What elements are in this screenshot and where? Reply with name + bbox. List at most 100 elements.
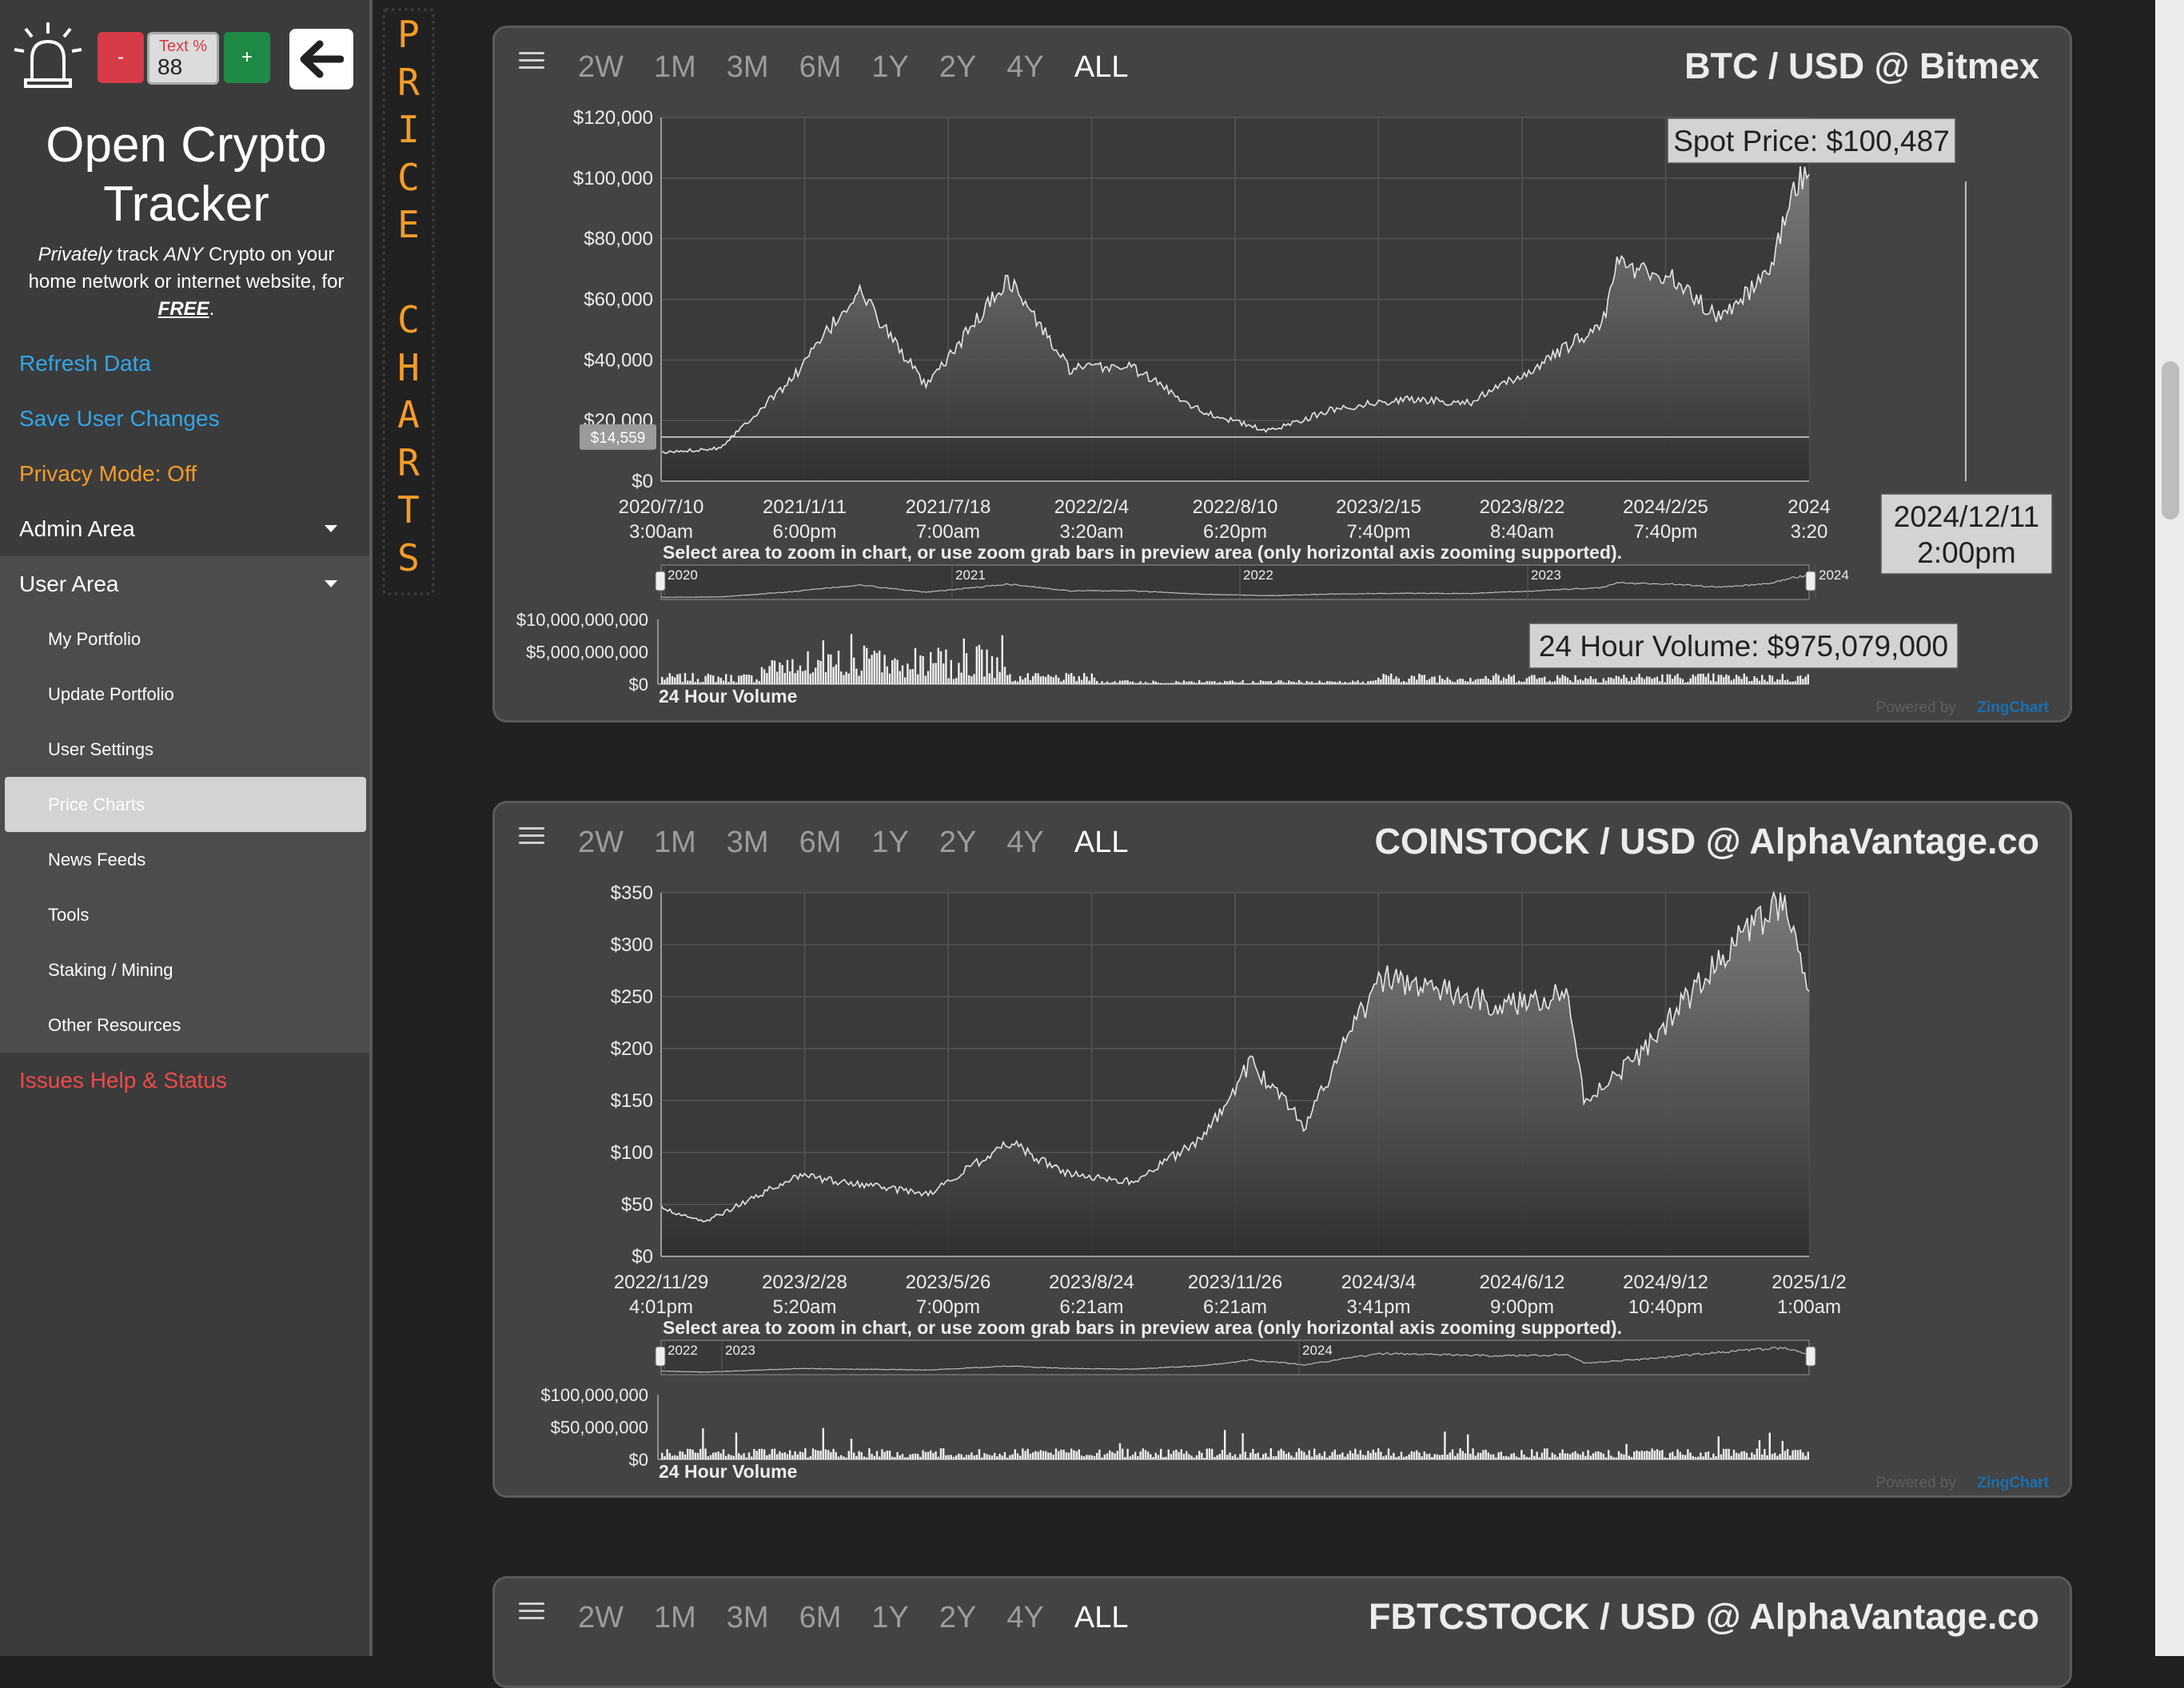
volume-bar [962, 1457, 965, 1459]
volume-bar [1154, 681, 1157, 684]
page-scrollbar[interactable] [2155, 0, 2184, 1656]
volume-bar [832, 1448, 835, 1459]
volume-bar [1042, 675, 1045, 684]
volume-bar [1651, 1448, 1653, 1459]
alarm-bell-icon[interactable] [11, 18, 85, 91]
range-button-3m[interactable]: 3M [727, 826, 769, 860]
sidebar-item-staking-mining[interactable]: Staking / Mining [0, 942, 369, 997]
volume-bar [858, 675, 860, 684]
chart-menu-icon[interactable] [519, 1602, 544, 1624]
zoom-grab-handle-left[interactable] [655, 571, 666, 591]
range-button-2w[interactable]: 2W [578, 1601, 624, 1635]
volume-bar [681, 682, 683, 684]
range-button-1y[interactable]: 1Y [871, 50, 908, 85]
scrollbar-thumb[interactable] [2162, 361, 2179, 520]
range-button-1m[interactable]: 1M [654, 50, 696, 85]
sidebar-item-update-portfolio[interactable]: Update Portfolio [0, 667, 369, 722]
increase-text-button[interactable]: + [224, 32, 270, 83]
volume-bar [1193, 682, 1195, 684]
sidebar-item-my-portfolio[interactable]: My Portfolio [0, 611, 369, 667]
range-button-2y[interactable]: 2Y [939, 1601, 976, 1635]
collapse-sidebar-button[interactable] [289, 29, 353, 90]
volume-bar [1638, 674, 1640, 684]
preview-year-label: 2023 [1531, 567, 1561, 583]
volume-bar [1047, 1452, 1050, 1459]
volume-bar [911, 1454, 914, 1459]
range-button-2y[interactable]: 2Y [939, 50, 976, 85]
zoom-grab-handle-right[interactable] [1805, 571, 1816, 591]
range-button-3m[interactable]: 3M [727, 50, 769, 85]
volume-bar [1418, 673, 1421, 684]
volume-bar [1751, 680, 1753, 684]
volume-bar [909, 1454, 911, 1459]
x-tick-label: 2023/11/26 [1188, 1272, 1282, 1293]
range-button-6m[interactable]: 6M [799, 50, 842, 85]
zoom-grab-handle-left[interactable] [655, 1346, 666, 1367]
sidebar-item-tools[interactable]: Tools [0, 887, 369, 942]
volume-bar [924, 675, 927, 684]
range-button-2y[interactable]: 2Y [939, 826, 976, 860]
volume-bar [1766, 681, 1768, 684]
privacy-mode-toggle[interactable]: Privacy Mode: Off [0, 446, 369, 501]
volume-bar [827, 1450, 830, 1459]
volume-bar [1241, 680, 1244, 684]
volume-bar [1293, 1457, 1295, 1459]
volume-bar [1397, 1456, 1400, 1459]
coinstock-chart-svg[interactable]: $350 $300 $250 $200 $150 $100 $50 $0 2022/11/29 4… [495, 803, 2074, 1500]
sidebar-item-news-feeds[interactable]: News Feeds [0, 832, 369, 887]
decrease-text-button[interactable]: - [98, 32, 144, 83]
range-button-1m[interactable]: 1M [654, 1601, 696, 1635]
volume-bar [1367, 1451, 1369, 1459]
volume-bar [1195, 683, 1198, 684]
volume-bar [1794, 1449, 1796, 1459]
section-label-char: H [397, 345, 420, 389]
volume-bar [1633, 1451, 1636, 1459]
volume-bar [1576, 679, 1579, 684]
user-area-toggle[interactable]: User Area [0, 556, 369, 611]
refresh-data-link[interactable]: Refresh Data [0, 336, 369, 391]
volume-bar [664, 679, 666, 684]
range-button-4y[interactable]: 4Y [1006, 1601, 1043, 1635]
chart-menu-icon[interactable] [519, 827, 544, 849]
volume-bar [1799, 675, 1802, 684]
volume-bar [1702, 673, 1704, 684]
volume-bar [1630, 1456, 1633, 1459]
volume-bar [945, 649, 947, 684]
admin-area-toggle[interactable]: Admin Area [0, 501, 369, 556]
range-button-all[interactable]: ALL [1074, 1601, 1129, 1635]
range-button-1y[interactable]: 1Y [871, 826, 908, 860]
volume-bar [1170, 683, 1173, 684]
range-button-2w[interactable]: 2W [578, 50, 624, 85]
range-button-6m[interactable]: 6M [799, 826, 842, 860]
volume-bar [883, 655, 886, 684]
zoom-grab-handle-right[interactable] [1805, 1346, 1816, 1367]
range-button-1m[interactable]: 1M [654, 826, 696, 860]
range-button-6m[interactable]: 6M [799, 1601, 842, 1635]
volume-tick-label: $0 [629, 1450, 648, 1470]
sidebar-item-user-settings[interactable]: User Settings [0, 722, 369, 777]
text-percent-field[interactable]: Text % 88 [147, 32, 219, 85]
save-user-changes-link[interactable]: Save User Changes [0, 391, 369, 446]
range-button-4y[interactable]: 4Y [1006, 826, 1043, 860]
volume-bar [1221, 1450, 1224, 1459]
range-button-1y[interactable]: 1Y [871, 1601, 908, 1635]
volume-bar [717, 1451, 719, 1459]
section-label-char: P [397, 13, 420, 56]
volume-bar [1198, 1451, 1201, 1459]
issues-help-status-link[interactable]: Issues Help & Status [0, 1053, 369, 1108]
sidebar-item-other-resources[interactable]: Other Resources [0, 997, 369, 1053]
btc-chart-svg[interactable]: $120,000$100,000$80,000$60,000$40,000$20… [495, 28, 2074, 725]
range-button-2w[interactable]: 2W [578, 826, 624, 860]
volume-bar [1058, 677, 1060, 684]
range-button-4y[interactable]: 4Y [1006, 50, 1043, 85]
volume-bar [990, 1455, 994, 1459]
chart-menu-icon[interactable] [519, 52, 544, 74]
range-button-all[interactable]: ALL [1074, 50, 1129, 85]
volume-bar [1090, 673, 1093, 684]
range-button-3m[interactable]: 3M [727, 1601, 769, 1635]
volume-bar [1569, 680, 1572, 684]
range-button-all[interactable]: ALL [1074, 826, 1129, 860]
sidebar-item-price-charts[interactable]: Price Charts [5, 777, 366, 832]
volume-bar [1551, 682, 1553, 684]
volume-bar [817, 1450, 819, 1459]
